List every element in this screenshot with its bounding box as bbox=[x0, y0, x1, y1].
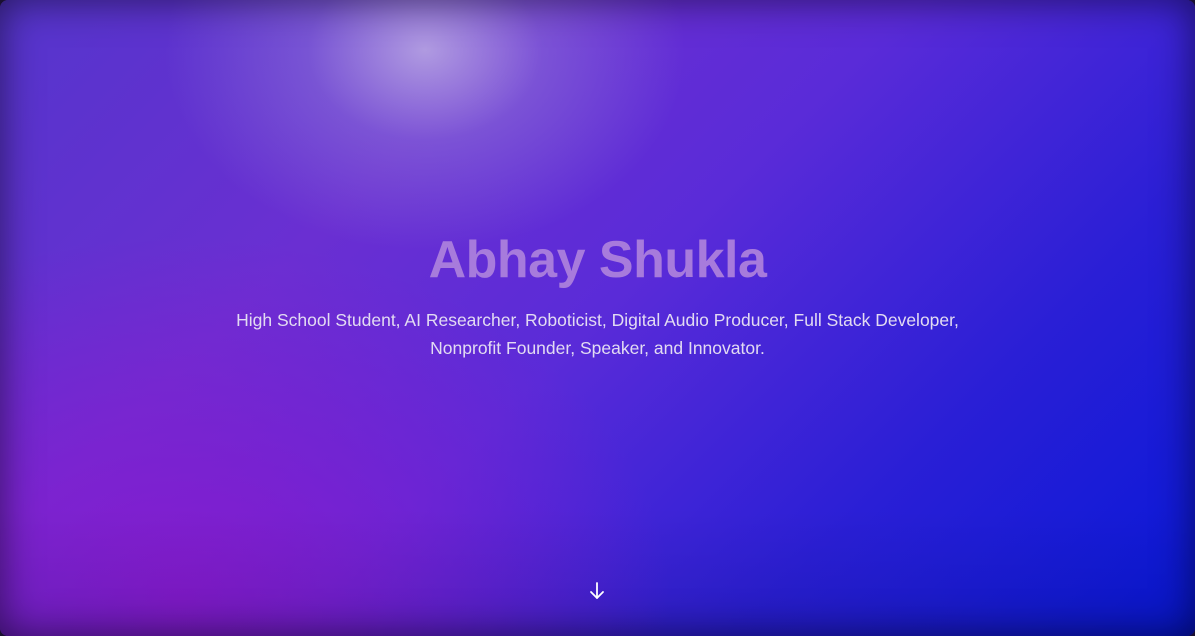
hero-section: Abhay Shukla High School Student, AI Res… bbox=[0, 0, 1195, 636]
hero-title: Abhay Shukla bbox=[428, 231, 767, 289]
hero-tagline: High School Student, AI Researcher, Robo… bbox=[236, 310, 959, 358]
arrow-down-icon bbox=[590, 582, 604, 599]
hero-content: Abhay Shukla High School Student, AI Res… bbox=[0, 228, 1195, 362]
scroll-down-button[interactable] bbox=[586, 580, 608, 602]
